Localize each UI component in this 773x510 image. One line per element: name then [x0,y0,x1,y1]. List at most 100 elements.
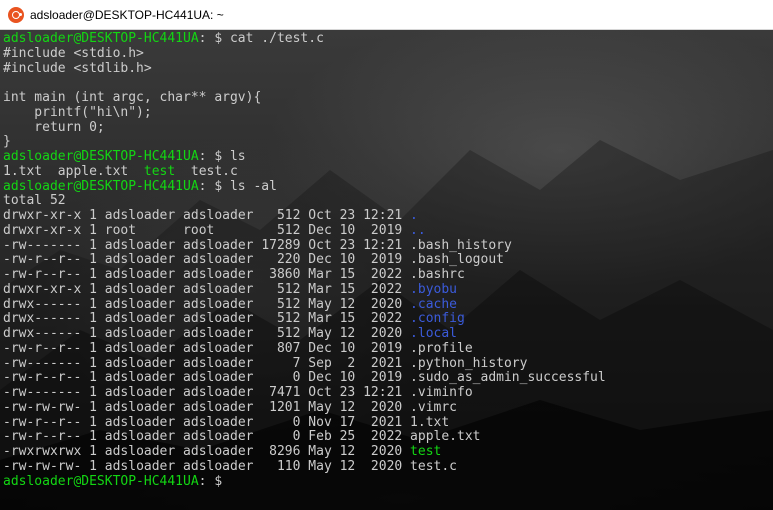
file-name: .cache [410,296,458,312]
prompt-line: adsloader@DESKTOP-HC441UA: $ ls -al [3,178,606,195]
group: adsloader [183,429,254,445]
link-count: 1 [89,208,97,223]
modified-date: Dec 10 2019 [308,252,403,268]
file-size: 0 [261,429,301,445]
output-text: printf("hi\n"); [3,104,152,120]
group: adsloader [183,237,254,253]
modified-date: May 12 2020 [308,296,403,312]
owner: adsloader [104,385,176,400]
link-count: 1 [89,252,97,268]
window-title: adsloader@DESKTOP-HC441UA: ~ [30,7,224,22]
terminal-output: adsloader@DESKTOP-HC441UA: $ cat ./test.… [3,31,606,490]
ubuntu-icon[interactable] [8,6,24,23]
file-name: .bash_history [410,237,512,253]
output-line: } [3,134,606,150]
modified-date: Dec 10 2019 [308,222,403,238]
file-size: 512 [261,311,301,327]
ls-al-row: -rw------- 1 adsloader adsloader 17289 O… [3,237,606,254]
ls-al-row: drwx------ 1 adsloader adsloader 512 May… [3,296,606,313]
prompt-symbol: : $ [198,178,230,194]
group: adsloader [183,458,254,474]
link-count: 1 [89,370,97,386]
ls-al-row: -rw-r--r-- 1 adsloader adsloader 220 Dec… [3,252,606,268]
file-size: 0 [261,414,301,430]
owner: adsloader [104,326,176,341]
ls-item: 1.txt [3,163,43,179]
output-line: total 52 [3,193,606,209]
file-name: .config [410,311,465,327]
file-size: 1201 [261,399,301,415]
file-size: 7471 [261,385,301,400]
file-name: test [410,444,442,459]
file-size: 7 [261,355,301,371]
file-name: .python_history [410,355,528,371]
prompt-line: adsloader@DESKTOP-HC441UA: $ [3,473,606,490]
link-count: 1 [89,355,97,371]
permissions: -rw-r--r-- [3,267,82,282]
permissions: -rw-rw-rw- [3,458,82,474]
ls-al-row: -rw-r--r-- 1 adsloader adsloader 807 Dec… [3,340,606,357]
group: adsloader [183,385,254,400]
permissions: drwx------ [3,311,82,327]
ls-al-row: -rw-r--r-- 1 adsloader adsloader 0 Nov 1… [3,414,606,431]
output-line: return 0; [3,120,606,136]
owner: adsloader [104,414,176,430]
group: adsloader [183,208,254,223]
modified-date: Dec 10 2019 [308,370,403,386]
ls-al-row: drwx------ 1 adsloader adsloader 512 Mar… [3,311,606,327]
terminal-area[interactable]: adsloader@DESKTOP-HC441UA: $ cat ./test.… [0,30,773,510]
permissions: -rwxrwxrwx [3,444,82,459]
file-size: 512 [261,222,301,238]
file-name: .profile [410,340,473,356]
group: adsloader [183,281,254,297]
group: root [183,222,254,238]
file-name: test.c [410,458,458,474]
group: adsloader [183,340,254,356]
output-text: int main (int argc, char** argv){ [3,90,262,105]
ls-item: apple.txt [57,163,129,179]
link-count: 1 [89,385,97,400]
permissions: -rw-r--r-- [3,414,82,430]
ls-al-row: -rw-rw-rw- 1 adsloader adsloader 110 May… [3,458,606,475]
prompt-line: adsloader@DESKTOP-HC441UA: $ ls [3,149,606,165]
file-size: 17289 [261,237,301,253]
output-line: printf("hi\n"); [3,104,606,121]
owner: adsloader [104,399,176,415]
group: adsloader [183,399,254,415]
ls-al-row: -rw------- 1 adsloader adsloader 7 Sep 2… [3,355,606,372]
permissions: drwxr-xr-x [3,222,82,238]
permissions: drwxr-xr-x [3,281,82,297]
group: adsloader [183,355,254,371]
ls-al-row: -rw------- 1 adsloader adsloader 7471 Oc… [3,385,606,401]
modified-date: Oct 23 12:21 [308,237,403,253]
modified-date: May 12 2020 [308,444,403,459]
modified-date: Oct 23 12:21 [308,208,403,223]
file-size: 220 [261,252,301,268]
file-name: .local [410,326,458,341]
owner: adsloader [104,252,176,268]
ls-al-row: -rw-r--r-- 1 adsloader adsloader 0 Feb 2… [3,429,606,445]
prompt-symbol: : $ [198,473,230,489]
file-name: .sudo_as_admin_successful [410,370,606,386]
file-name: 1.txt [410,414,450,430]
file-size: 512 [261,326,301,341]
file-name: .byobu [410,281,458,297]
link-count: 1 [89,326,97,341]
prompt-user-host: adsloader@DESKTOP-HC441UA [3,178,199,194]
title-bar[interactable]: adsloader@DESKTOP-HC441UA: ~ [0,0,773,30]
ls-al-row: drwxr-xr-x 1 root root 512 Dec 10 2019 .… [3,222,606,239]
permissions: -rw------- [3,355,82,371]
output-text: #include <stdio.h> [3,45,144,61]
permissions: -rw-rw-rw- [3,399,82,415]
owner: adsloader [104,296,176,312]
file-size: 807 [261,340,301,356]
modified-date: May 12 2020 [308,458,403,474]
link-count: 1 [89,222,97,238]
permissions: -rw-r--r-- [3,252,82,268]
modified-date: May 12 2020 [308,399,403,415]
file-size: 512 [261,281,301,297]
command-text: ls -al [229,178,277,194]
permissions: drwxr-xr-x [3,208,82,223]
prompt-user-host: adsloader@DESKTOP-HC441UA [3,31,199,46]
